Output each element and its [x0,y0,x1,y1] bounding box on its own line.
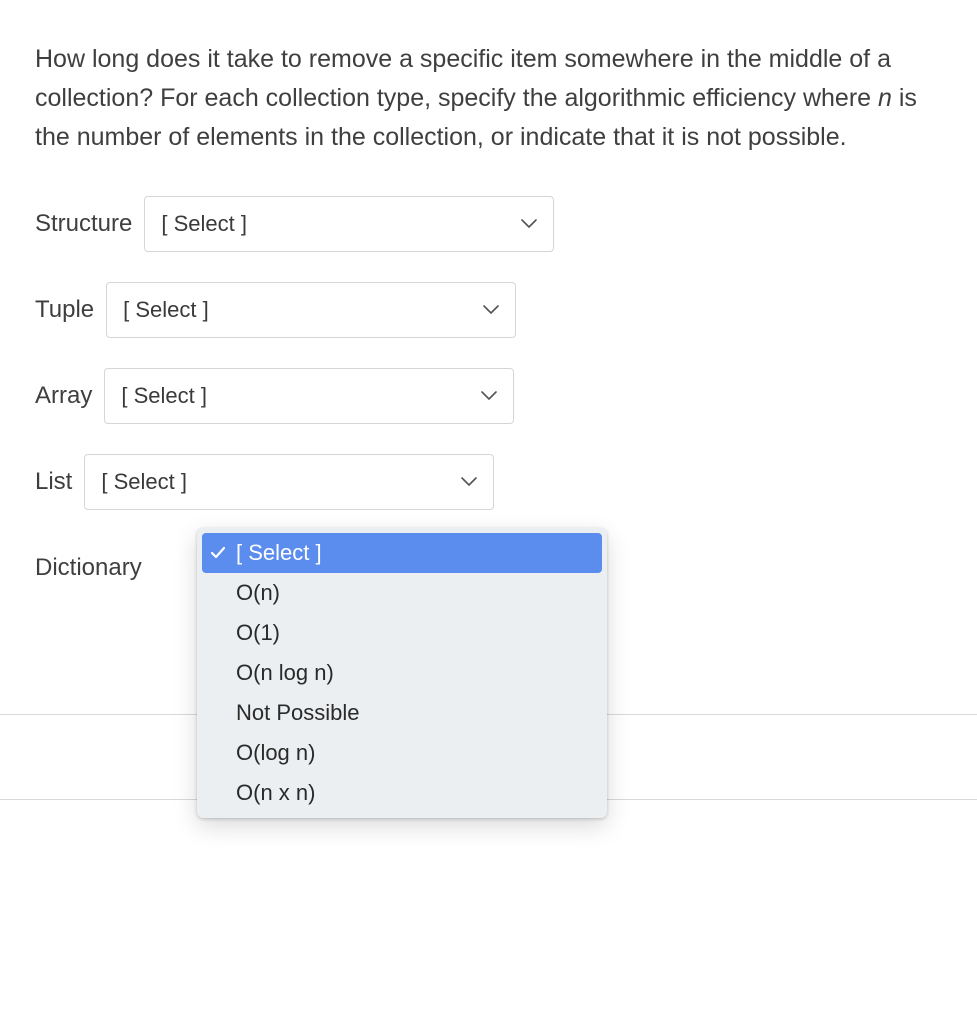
chevron-down-icon [483,305,499,315]
dropdown-option-label: O(n x n) [236,780,592,806]
select-array[interactable]: [ Select ] [104,368,514,424]
row-dictionary: Dictionary [ Select ] [ Select ] O(n) O(… [35,540,942,596]
label-tuple: Tuple [35,296,94,324]
dropdown-option-label: O(log n) [236,740,592,766]
select-structure-value: [ Select ] [161,211,247,237]
dropdown-option-label: O(n) [236,580,592,606]
row-structure: Structure [ Select ] [35,196,942,252]
select-tuple-value: [ Select ] [123,297,209,323]
dropdown-option-label: O(n log n) [236,660,592,686]
dropdown-option-o1[interactable]: O(1) [202,613,602,653]
dropdown-option-ologn[interactable]: O(log n) [202,733,602,773]
dropdown-option-label: [ Select ] [236,540,592,566]
select-array-value: [ Select ] [121,383,207,409]
row-array: Array [ Select ] [35,368,942,424]
check-icon [210,545,236,561]
dropdown-option-onxn[interactable]: O(n x n) [202,773,602,813]
chevron-down-icon [461,477,477,487]
question-part1: How long does it take to remove a specif… [35,45,891,112]
dropdown-option-label: Not Possible [236,700,592,726]
dropdown-option-notpossible[interactable]: Not Possible [202,693,602,733]
dropdown-option-on[interactable]: O(n) [202,573,602,613]
label-structure: Structure [35,210,132,238]
dropdown-option-onlogn[interactable]: O(n log n) [202,653,602,693]
label-dictionary: Dictionary [35,554,142,582]
dropdown-option-label: O(1) [236,620,592,646]
label-array: Array [35,382,92,410]
label-list: List [35,468,72,496]
question-text: How long does it take to remove a specif… [35,40,942,156]
chevron-down-icon [481,391,497,401]
select-list-value: [ Select ] [101,469,187,495]
select-list[interactable]: [ Select ] [84,454,494,510]
select-tuple[interactable]: [ Select ] [106,282,516,338]
question-italic: n [878,84,892,112]
chevron-down-icon [521,219,537,229]
row-list: List [ Select ] [35,454,942,510]
select-structure[interactable]: [ Select ] [144,196,554,252]
dropdown-option-select[interactable]: [ Select ] [202,533,602,573]
dropdown-dictionary: [ Select ] O(n) O(1) O(n log n) Not Poss… [197,528,607,818]
row-tuple: Tuple [ Select ] [35,282,942,338]
